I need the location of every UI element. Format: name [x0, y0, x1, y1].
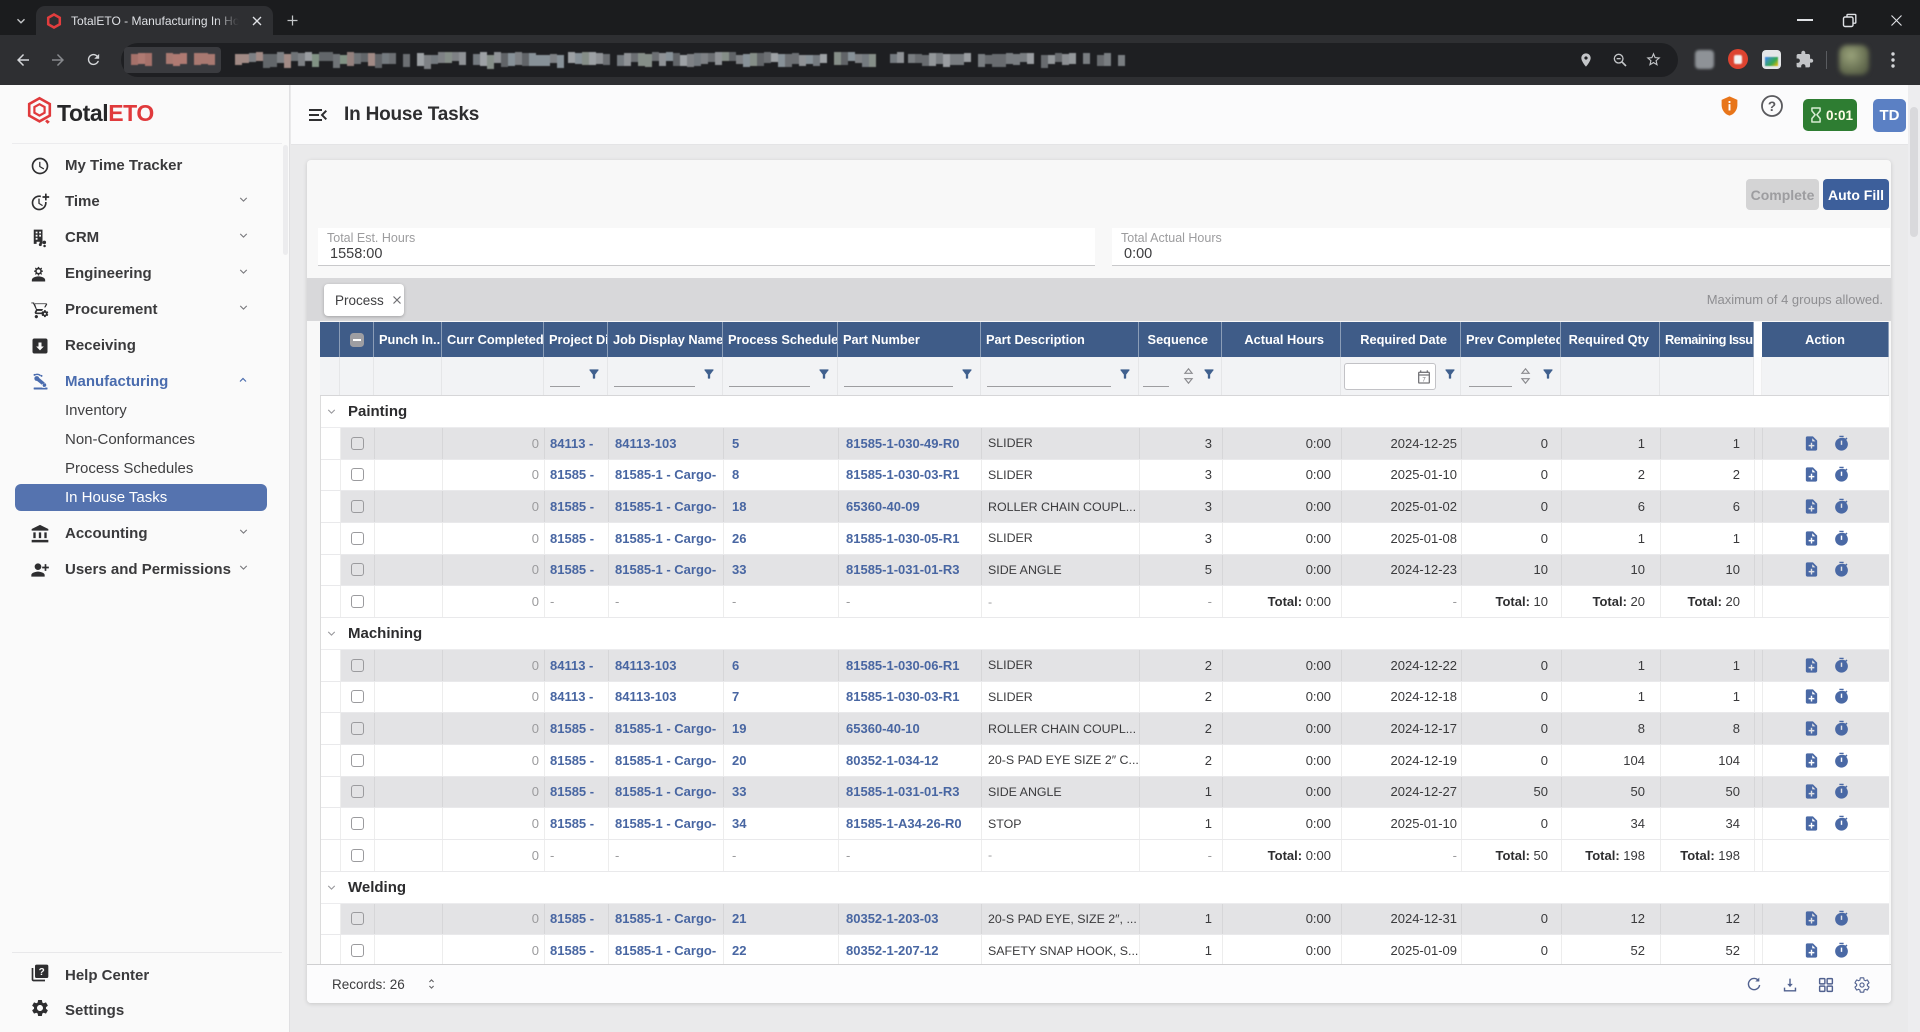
svg-text:?: ? [1768, 99, 1776, 114]
svg-text:?: ? [39, 967, 45, 978]
